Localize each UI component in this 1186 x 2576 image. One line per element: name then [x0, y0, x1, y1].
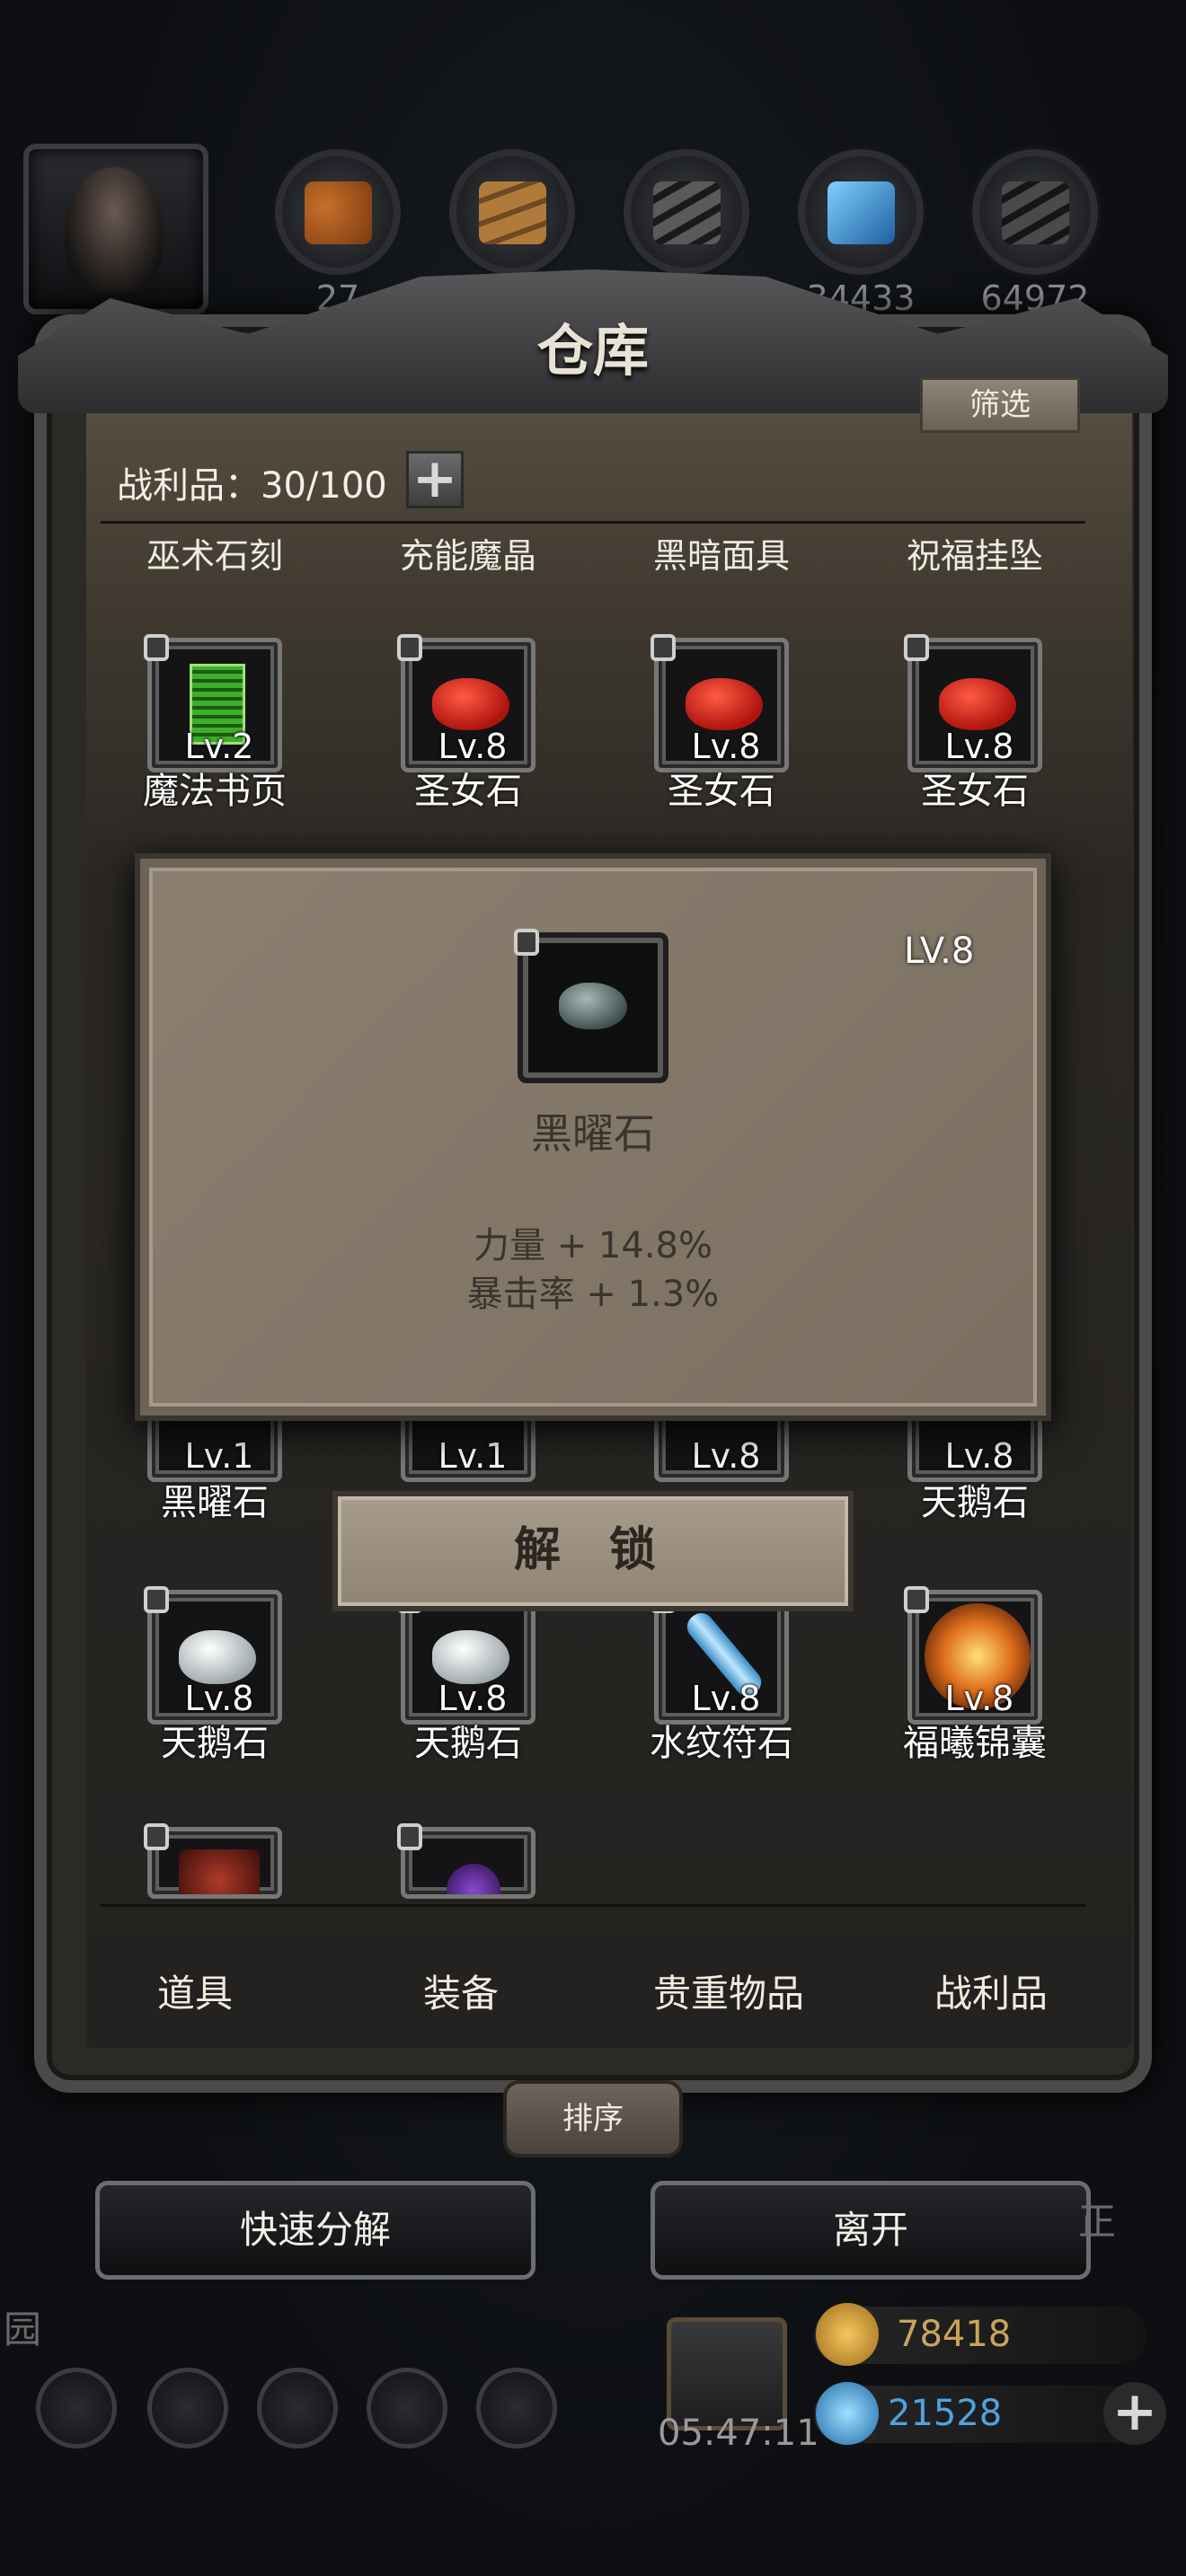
- quick-decompose-button[interactable]: 快速分解: [95, 2181, 535, 2280]
- iron-resource-icon: [624, 149, 749, 275]
- gem-amount: 21528: [888, 2393, 1003, 2434]
- gift-timer: 05:47:11: [658, 2413, 819, 2454]
- lock-icon: [144, 1586, 169, 1613]
- unlock-button[interactable]: 解 锁: [332, 1491, 854, 1611]
- sort-button[interactable]: 排序: [503, 2080, 683, 2157]
- item-name: 黑暗面具: [652, 536, 790, 576]
- red-stone-icon: [432, 678, 509, 730]
- lock-icon: [144, 634, 169, 661]
- divider: [101, 521, 1085, 524]
- item-name: 天鹅石: [414, 1723, 522, 1764]
- crystal-resource-icon: [798, 149, 924, 275]
- wood-resource-icon: [275, 149, 401, 275]
- warehouse-screen: { "top_bar": { "resources": [ {"name":"w…: [0, 0, 1186, 2576]
- item-name: 天鹅石: [921, 1482, 1029, 1523]
- plank-resource-icon: [449, 149, 575, 275]
- popup-item-name: 黑曜石: [531, 1109, 655, 1158]
- item-name: 魔法书页: [143, 771, 287, 812]
- item-name: 祝福挂坠: [906, 536, 1043, 576]
- popup-item-slot: [518, 932, 668, 1083]
- gold-amount: 78418: [897, 2314, 1012, 2355]
- amulet-icon: [447, 1864, 500, 1894]
- star-icon[interactable]: [147, 2368, 228, 2448]
- item-name: 圣女石: [668, 771, 775, 812]
- item-level: Lv.8: [944, 1436, 1014, 1476]
- item-level: Lv.1: [184, 1436, 254, 1476]
- expand-capacity-button[interactable]: +: [406, 451, 464, 508]
- ore-resource-icon: [972, 149, 1098, 275]
- item-name: 福曦锦囊: [903, 1723, 1047, 1764]
- lock-icon: [651, 634, 676, 661]
- lock-icon: [904, 1586, 929, 1613]
- filter-button[interactable]: 筛选: [920, 377, 1080, 433]
- panel-title: 仓库: [536, 318, 649, 384]
- lock-icon: [904, 634, 929, 661]
- tab-items[interactable]: 道具: [74, 1963, 316, 2018]
- demon-item-icon: [179, 1849, 260, 1894]
- tab-equipment[interactable]: 装备: [340, 1963, 582, 2018]
- leave-button[interactable]: 离开: [651, 2181, 1091, 2280]
- item-level: Lv.1: [438, 1436, 508, 1476]
- loot-capacity: 战利品：30/100: [117, 465, 387, 507]
- item-name: 圣女石: [414, 771, 522, 812]
- item-level: Lv.8: [944, 1679, 1014, 1718]
- popup-stat-crit: 暴击率 + 1.3%: [466, 1274, 720, 1315]
- popup-stat-strength: 力量 + 14.8%: [473, 1225, 712, 1266]
- item-name: 天鹅石: [161, 1723, 269, 1764]
- item-level: Lv.2: [184, 727, 254, 766]
- lock-icon: [397, 634, 422, 661]
- item-name: 圣女石: [921, 771, 1029, 812]
- settings-icon[interactable]: [36, 2368, 117, 2448]
- item-name: 巫术石刻: [146, 536, 283, 576]
- item-name: 黑曜石: [161, 1482, 269, 1523]
- handshake-icon[interactable]: [476, 2368, 557, 2448]
- item-level: Lv.8: [438, 727, 508, 766]
- divider: [101, 1904, 1085, 1907]
- red-stone-icon: [939, 678, 1016, 730]
- item-level: Lv.8: [691, 727, 761, 766]
- mail-icon[interactable]: [367, 2368, 447, 2448]
- item-level: Lv.8: [184, 1679, 254, 1718]
- guild-icon[interactable]: [257, 2368, 338, 2448]
- white-stone-icon: [432, 1630, 509, 1684]
- item-name: 充能魔晶: [399, 536, 536, 576]
- add-gems-button[interactable]: +: [1103, 2382, 1166, 2445]
- item-name: 水纹符石: [650, 1723, 793, 1764]
- white-stone-icon: [179, 1630, 256, 1684]
- player-avatar[interactable]: [23, 144, 208, 314]
- item-level: Lv.8: [691, 1436, 761, 1476]
- item-level: Lv.8: [944, 727, 1014, 766]
- lock-icon: [514, 929, 539, 956]
- obsidian-icon: [559, 983, 627, 1029]
- item-level: Lv.8: [438, 1679, 508, 1718]
- red-stone-icon: [686, 678, 763, 730]
- gem-icon: [816, 2382, 879, 2445]
- item-level: Lv.8: [691, 1679, 761, 1718]
- popup-level: LV.8: [904, 931, 975, 972]
- side-label-left: 园: [4, 2307, 42, 2351]
- tab-loot[interactable]: 战利品: [870, 1963, 1112, 2018]
- gold-coin-icon: [816, 2303, 879, 2366]
- avatar-face: [65, 167, 164, 293]
- lock-icon: [144, 1823, 169, 1850]
- tab-valuables[interactable]: 贵重物品: [607, 1963, 850, 2018]
- lock-icon: [397, 1823, 422, 1850]
- side-label-right: 正: [1078, 2200, 1117, 2244]
